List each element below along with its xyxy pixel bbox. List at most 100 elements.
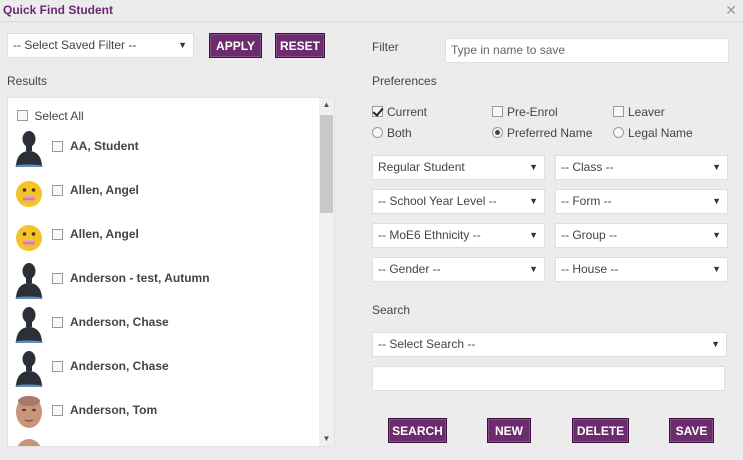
class-select[interactable]: -- Class -- ▼: [555, 155, 728, 180]
student-name: Anderson - test, Autumn: [70, 271, 210, 285]
both-option[interactable]: Both: [372, 125, 412, 140]
ethnicity-select[interactable]: -- MoE6 Ethnicity -- ▼: [372, 223, 545, 248]
group-value: -- Group --: [561, 228, 618, 242]
chevron-down-icon: ▼: [178, 40, 187, 50]
filter-label: Filter: [372, 40, 399, 54]
row-checkbox[interactable]: [52, 141, 63, 152]
list-item[interactable]: Allen, Angel: [8, 214, 320, 258]
chevron-down-icon: ▼: [712, 264, 721, 274]
student-name: Allen, Angel: [70, 183, 139, 197]
list-item[interactable]: Anderson - test, Autumn: [8, 258, 320, 302]
legal-name-label: Legal Name: [628, 125, 693, 140]
list-item[interactable]: Allen, Angel: [8, 170, 320, 214]
legal-name-option[interactable]: Legal Name: [613, 125, 693, 140]
group-select[interactable]: -- Group -- ▼: [555, 223, 728, 248]
select-all-checkbox[interactable]: [17, 110, 28, 122]
both-radio[interactable]: [372, 127, 383, 139]
select-all[interactable]: Select All: [17, 108, 84, 123]
title-bar: Quick Find Student ✕: [0, 0, 743, 22]
chevron-down-icon: ▼: [712, 230, 721, 240]
gender-select[interactable]: -- Gender -- ▼: [372, 257, 545, 282]
saved-filter-value: -- Select Saved Filter --: [13, 38, 137, 52]
row-checkbox[interactable]: [52, 317, 63, 328]
close-icon[interactable]: ✕: [725, 3, 737, 17]
both-label: Both: [387, 125, 412, 140]
house-select[interactable]: -- House -- ▼: [555, 257, 728, 282]
pre-enrol-option[interactable]: Pre-Enrol: [492, 104, 558, 119]
results-list[interactable]: Select All AA, Student Allen, Angel Alle…: [7, 97, 335, 447]
search-button[interactable]: SEARCH: [388, 418, 447, 443]
row-checkbox[interactable]: [52, 405, 63, 416]
student-type-value: Regular Student: [378, 160, 465, 174]
preferences-label: Preferences: [372, 74, 437, 88]
search-label: Search: [372, 303, 411, 317]
filter-name-placeholder: Type in name to save: [451, 43, 566, 57]
avatar-emoji-icon: [16, 225, 42, 251]
pre-enrol-label: Pre-Enrol: [507, 104, 558, 119]
list-item[interactable]: Anderson, Chase: [8, 302, 320, 346]
row-checkbox[interactable]: [52, 229, 63, 240]
current-label: Current: [387, 104, 428, 119]
filter-name-input[interactable]: Type in name to save: [445, 38, 729, 63]
student-type-select[interactable]: Regular Student ▼: [372, 155, 545, 180]
scroll-down-icon[interactable]: ▼: [319, 432, 334, 446]
preferred-name-label: Preferred Name: [507, 125, 593, 140]
current-option[interactable]: Current: [372, 104, 427, 119]
row-checkbox[interactable]: [52, 361, 63, 372]
pre-enrol-checkbox[interactable]: [492, 106, 503, 118]
preferred-name-option[interactable]: Preferred Name: [492, 125, 592, 140]
student-name: AA, Student: [70, 139, 139, 153]
preferred-name-radio[interactable]: [492, 127, 503, 139]
chevron-down-icon: ▼: [712, 196, 721, 206]
results-scrollbar[interactable]: ▲ ▼: [319, 98, 334, 446]
save-button[interactable]: SAVE: [669, 418, 714, 443]
avatar-photo-icon: [16, 396, 42, 428]
legal-name-radio[interactable]: [613, 127, 624, 139]
house-value: -- House --: [561, 262, 619, 276]
class-value: -- Class --: [561, 160, 614, 174]
ethnicity-value: -- MoE6 Ethnicity --: [378, 228, 481, 242]
chevron-down-icon: ▼: [529, 162, 538, 172]
year-level-select[interactable]: -- School Year Level -- ▼: [372, 189, 545, 214]
form-value: -- Form --: [561, 194, 612, 208]
scroll-up-icon[interactable]: ▲: [319, 98, 334, 112]
row-checkbox[interactable]: [52, 185, 63, 196]
avatar-silhouette-icon: [15, 131, 43, 167]
current-checkbox[interactable]: [372, 106, 383, 118]
student-name: Anderson, Tom: [70, 403, 158, 417]
apply-button[interactable]: APPLY: [209, 33, 262, 58]
search-select[interactable]: -- Select Search -- ▼: [372, 332, 727, 357]
chevron-down-icon: ▼: [711, 339, 720, 349]
saved-filter-select[interactable]: -- Select Saved Filter -- ▼: [7, 33, 194, 58]
chevron-down-icon: ▼: [529, 230, 538, 240]
list-item[interactable]: Anderson, Tom: [8, 390, 320, 434]
leaver-label: Leaver: [628, 104, 665, 119]
student-name: Anderson, Chase: [70, 315, 169, 329]
list-item[interactable]: Anderson, Chase: [8, 346, 320, 390]
avatar-silhouette-icon: [15, 307, 43, 343]
chevron-down-icon: ▼: [529, 264, 538, 274]
row-checkbox[interactable]: [52, 273, 63, 284]
student-name: Anderson, Chase: [70, 359, 169, 373]
reset-button[interactable]: RESET: [275, 33, 325, 58]
avatar-silhouette-icon: [15, 351, 43, 387]
results-label: Results: [7, 74, 48, 88]
list-item[interactable]: AA, Student: [8, 126, 320, 170]
window-title: Quick Find Student: [3, 3, 113, 17]
year-level-value: -- School Year Level --: [378, 194, 497, 208]
delete-button[interactable]: DELETE: [572, 418, 629, 443]
search-select-value: -- Select Search --: [378, 337, 476, 351]
avatar-silhouette-icon: [15, 263, 43, 299]
scroll-thumb[interactable]: [320, 115, 333, 213]
leaver-option[interactable]: Leaver: [613, 104, 665, 119]
new-button[interactable]: NEW: [487, 418, 531, 443]
leaver-checkbox[interactable]: [613, 106, 624, 118]
select-all-label: Select All: [34, 108, 84, 123]
chevron-down-icon: ▼: [529, 196, 538, 206]
form-select[interactable]: -- Form -- ▼: [555, 189, 728, 214]
gender-value: -- Gender --: [378, 262, 441, 276]
student-name: Allen, Angel: [70, 227, 139, 241]
search-text-input[interactable]: [372, 366, 725, 391]
avatar-photo-icon: [17, 439, 41, 446]
chevron-down-icon: ▼: [712, 162, 721, 172]
